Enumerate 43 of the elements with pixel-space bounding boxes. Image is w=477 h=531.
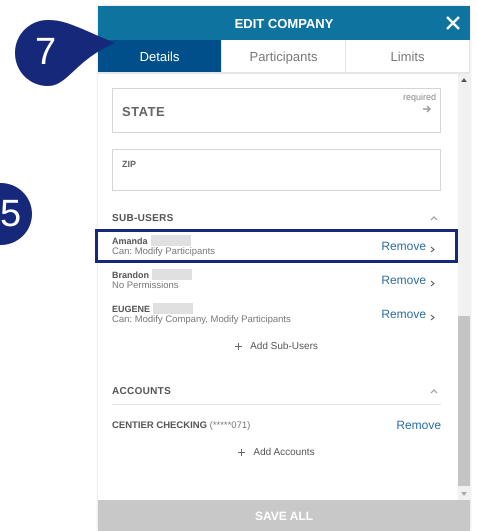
add-button[interactable]: Add Accounts (234, 445, 319, 460)
required-hint: required (402, 92, 436, 102)
sub-user-row[interactable]: EUGENE Can: Modify Company, Modify Participants Remove (95, 297, 458, 331)
remove-link[interactable]: Remove (396, 418, 441, 432)
chevron-icon (430, 246, 435, 252)
scroll-up-icon[interactable] (461, 78, 467, 82)
scrollbar[interactable] (458, 74, 470, 500)
blurred-surname (152, 269, 192, 280)
user-permissions: Can: Modify Company, Modify Participants (112, 314, 292, 325)
plus-icon (235, 343, 242, 350)
user-permissions: No Permissions (112, 280, 180, 291)
blurred-surname (153, 303, 194, 314)
scroll-thumb[interactable] (458, 316, 470, 486)
chevron-icon (430, 280, 435, 286)
input-field[interactable]: STATE required (112, 88, 441, 133)
section-title: ACCOUNTS (112, 386, 172, 396)
account-name: CENTIER CHECKING (*****071) (112, 420, 250, 430)
close-icon[interactable] (446, 16, 460, 30)
user-name: EUGENE (112, 304, 150, 314)
remove-link[interactable]: Remove (381, 273, 426, 287)
field-label: STATE (122, 104, 166, 119)
input-field[interactable]: ZIP (112, 149, 441, 191)
plus-icon (238, 449, 246, 456)
caret-icon[interactable] (430, 216, 438, 220)
blurred-surname (150, 235, 191, 246)
tab[interactable]: Details (98, 40, 222, 72)
step-callout: 7 (13, 18, 115, 88)
field-label: ZIP (122, 159, 136, 169)
dialog-title: EDIT COMPANY (234, 16, 334, 30)
arrow-icon (423, 105, 432, 113)
remove-link[interactable]: Remove (381, 239, 426, 253)
caret-icon[interactable] (430, 388, 438, 394)
section-title: SUB-USERS (112, 212, 174, 224)
add-button[interactable]: Add Sub-Users (231, 339, 322, 354)
user-name: Amanda (112, 236, 148, 246)
step-callout: 5 (0, 183, 32, 245)
sub-user-row[interactable]: Amanda Can: Modify Participants Remove (95, 229, 458, 263)
sub-user-row[interactable]: Brandon No Permissions Remove (95, 263, 458, 297)
chevron-icon (430, 314, 435, 320)
remove-link[interactable]: Remove (381, 307, 426, 321)
scroll-down-icon[interactable] (461, 492, 467, 496)
user-permissions: Can: Modify Participants (112, 246, 216, 257)
user-name: Brandon (112, 270, 149, 280)
